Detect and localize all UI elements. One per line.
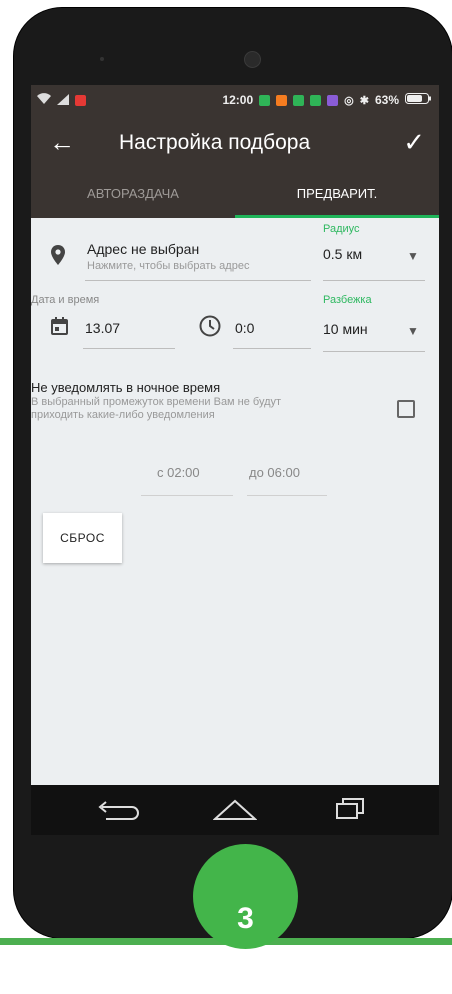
address-title: Адрес не выбран xyxy=(87,241,200,257)
recent-apps-icon[interactable] xyxy=(335,797,365,826)
tab-bar: АВТОРАЗДАЧА ПРЕДВАРИТ. xyxy=(31,173,439,218)
notification-app-icon xyxy=(75,95,86,106)
front-camera xyxy=(244,51,261,68)
spread-underline xyxy=(323,351,425,352)
night-mode-title: Не уведомлять в ночное время xyxy=(31,380,221,395)
battery-percent: 63% xyxy=(374,93,399,107)
time-value: 0:0 xyxy=(235,320,255,336)
tab-auto-distribution[interactable]: АВТОРАЗДАЧА xyxy=(31,173,235,218)
signal-icon xyxy=(57,93,69,108)
radius-value: 0.5 км xyxy=(323,246,363,262)
tab-preliminary[interactable]: ПРЕДВАРИТ. xyxy=(235,173,439,218)
notification-icon xyxy=(259,94,271,106)
clock: 12:00 xyxy=(222,93,254,107)
spread-label: Разбежка xyxy=(323,294,372,306)
calendar-icon xyxy=(51,317,68,340)
night-from-underline xyxy=(141,495,233,496)
home-nav-icon[interactable] xyxy=(212,797,258,826)
settings-content: Адрес не выбран Нажмите, чтобы выбрать а… xyxy=(31,218,439,785)
radius-label: Радиус xyxy=(323,223,360,235)
night-mode-description-2: приходить какие-либо уведомления xyxy=(31,409,215,421)
date-value: 13.07 xyxy=(85,320,121,336)
step-number-badge: 3 xyxy=(193,844,298,949)
address-underline xyxy=(85,280,311,281)
app-toolbar: ← Настройка подбора ✓ xyxy=(31,115,439,173)
radius-underline xyxy=(323,280,425,281)
wifi-icon xyxy=(37,93,51,108)
status-bar: 12:00 ◎ ✱ 63% xyxy=(31,85,439,115)
back-nav-icon[interactable] xyxy=(96,799,140,826)
notification-icon xyxy=(293,94,305,106)
dropdown-arrow-icon: ▼ xyxy=(407,324,419,338)
night-mode-description-1: В выбранный промежуток времени Вам не бу… xyxy=(31,396,282,408)
system-navigation-bar xyxy=(31,785,439,835)
address-hint: Нажмите, чтобы выбрать адрес xyxy=(87,260,250,272)
night-from-value: с 02:00 xyxy=(157,465,200,480)
speaker-dot xyxy=(100,57,104,61)
notification-icon xyxy=(310,94,322,106)
datetime-label: Дата и время xyxy=(31,294,100,306)
notification-icon xyxy=(276,94,288,106)
app-screen: 12:00 ◎ ✱ 63% ← Настройка подбора ✓ АВТО… xyxy=(31,85,439,785)
night-mode-checkbox[interactable] xyxy=(397,400,415,418)
alarm-icon: ◎ xyxy=(344,94,354,107)
bluetooth-icon: ✱ xyxy=(359,94,369,107)
dropdown-arrow-icon: ▼ xyxy=(407,249,419,263)
night-to-underline xyxy=(247,495,327,496)
date-underline xyxy=(83,348,175,349)
notification-icon xyxy=(327,94,339,106)
spread-value: 10 мин xyxy=(323,321,368,337)
location-pin-icon xyxy=(51,245,65,270)
reset-button[interactable]: СБРОС xyxy=(43,513,122,563)
back-arrow-icon[interactable]: ← xyxy=(49,129,75,155)
clock-icon xyxy=(199,315,221,342)
page-title: Настройка подбора xyxy=(119,131,311,154)
confirm-check-icon[interactable]: ✓ xyxy=(403,127,425,158)
battery-icon xyxy=(405,93,431,107)
time-underline xyxy=(233,348,311,349)
night-to-value: до 06:00 xyxy=(249,465,300,480)
